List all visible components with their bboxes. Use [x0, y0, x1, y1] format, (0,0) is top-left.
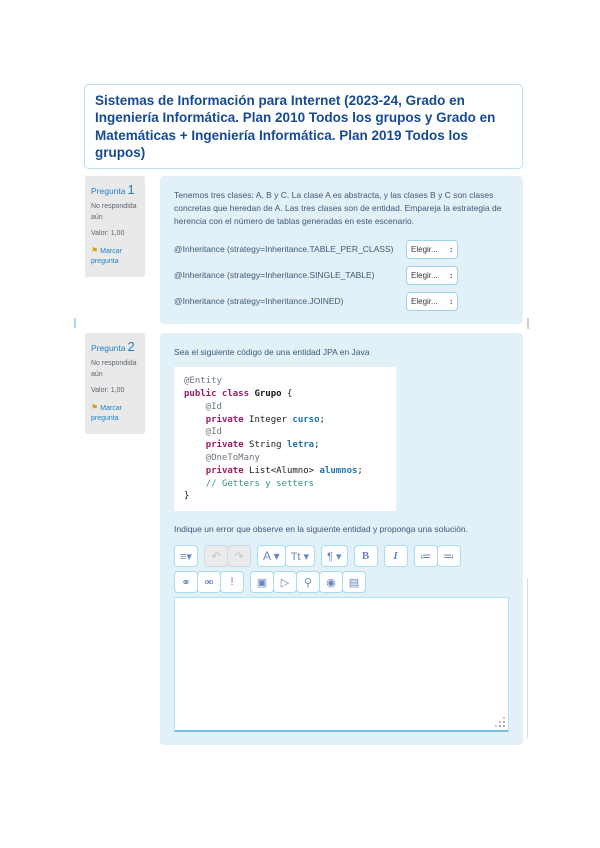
font-style-button[interactable]: A ▾ — [257, 545, 286, 568]
font-size-button[interactable]: Tt ▾ — [284, 545, 316, 568]
undo-icon[interactable]: ↶ — [204, 545, 228, 568]
editor-content-area[interactable] — [174, 597, 509, 733]
match-item-label: @Inheritance (strategy=Inheritance.SINGL… — [174, 270, 375, 281]
code-block: @Entity public class Grupo { @Id private … — [174, 367, 396, 512]
toolbar-row: ⚭ ⚮! ▣ ▷ ⚲ ◉ ▤ — [174, 571, 509, 594]
flag-icon: ⚑ — [91, 402, 99, 412]
prevent-autolink-button[interactable]: ! — [220, 571, 244, 594]
select-arrows-icon: ↕ — [449, 244, 453, 254]
unordered-list-button[interactable]: ≔ — [413, 545, 438, 568]
code-line: // Getters y setters — [205, 478, 315, 489]
question-number-value: 1 — [127, 182, 135, 197]
bold-button[interactable]: B — [353, 545, 378, 568]
code-line: @Entity — [184, 376, 222, 387]
stray-mark — [74, 318, 76, 328]
toolbar-group: B — [353, 545, 378, 568]
insert-media-button[interactable]: ▷ — [273, 571, 297, 594]
question-grade: Valor: 1,00 — [91, 386, 125, 394]
code-line: private List<Alumno> alumnos; — [205, 465, 363, 476]
question-2-prompt: Indique un error que observe en la sigui… — [174, 524, 468, 535]
answer-select[interactable]: Elegir... ↕ — [406, 265, 458, 285]
flag-question-link[interactable]: ⚑ Marcar pregunta — [91, 402, 139, 425]
code-line: @Id — [184, 401, 222, 412]
ordered-list-button[interactable]: ≕ — [436, 545, 461, 568]
record-video-button[interactable]: ◉ — [319, 571, 343, 594]
manage-files-button[interactable]: ▤ — [342, 571, 366, 594]
code-line: private String letra; — [205, 440, 320, 451]
code-line: @Id — [184, 427, 222, 438]
toolbar-group: ¶ ▾ — [321, 545, 348, 568]
match-item-label: @Inheritance (strategy=Inheritance.JOINE… — [174, 296, 344, 307]
question-1-text: Tenemos tres clases: A, B y C. La clase … — [174, 190, 502, 227]
toolbar-group: ≔ ≕ — [413, 545, 461, 568]
text-editor: ≡▾ ↶ ↷ A ▾ Tt ▾ ¶ ▾ B I ≔ ≕ ⚭ ⚮! ▣ ▷ ⚲ ◉ ▤ — [174, 545, 509, 733]
scroll-tick-mark — [527, 318, 529, 329]
question-2-intro: Sea el siguiente código de una entidad J… — [174, 347, 370, 357]
toolbar-expand-button[interactable]: ≡▾ — [174, 545, 198, 568]
code-line: @OneToMany — [184, 452, 260, 463]
italic-button[interactable]: I — [383, 545, 408, 568]
toolbar-group: ↶ ↷ — [204, 545, 251, 568]
toolbar-row: ≡▾ ↶ ↷ A ▾ Tt ▾ ¶ ▾ B I ≔ ≕ — [174, 545, 509, 568]
toolbar-group: ≡▾ — [174, 545, 198, 568]
resize-handle-icon[interactable] — [495, 717, 505, 728]
question-number-label: Pregunta — [91, 343, 126, 353]
question-2-info-panel: Pregunta 2 No respondida aún Valor: 1,00 … — [85, 333, 145, 434]
flag-icon: ⚑ — [91, 245, 99, 255]
question-status: No respondida aún — [91, 360, 137, 378]
question-1-info-panel: Pregunta 1 No respondida aún Valor: 1,00 … — [85, 176, 145, 277]
toolbar-group: A ▾ Tt ▾ — [257, 545, 316, 568]
match-item-label: @Inheritance (strategy=Inheritance.TABLE… — [174, 244, 394, 255]
select-value: Elegir... — [411, 244, 438, 254]
paragraph-style-button[interactable]: ¶ ▾ — [321, 545, 348, 568]
answer-select[interactable]: Elegir... ↕ — [406, 239, 458, 259]
question-number-value: 2 — [127, 339, 135, 354]
redo-icon[interactable]: ↷ — [227, 545, 251, 568]
match-row: @Inheritance (strategy=Inheritance.SINGL… — [174, 265, 509, 285]
question-number: Pregunta 2 — [91, 339, 139, 354]
flag-question-link[interactable]: ⚑ Marcar pregunta — [91, 245, 139, 268]
select-value: Elegir... — [411, 296, 438, 306]
select-value: Elegir... — [411, 270, 438, 280]
toolbar-group: I — [383, 545, 408, 568]
match-row: @Inheritance (strategy=Inheritance.JOINE… — [174, 291, 509, 311]
page-artifact-line — [527, 578, 528, 738]
question-status: No respondida aún — [91, 203, 137, 221]
toolbar-group: ▣ ▷ ⚲ ◉ ▤ — [250, 571, 366, 594]
question-2-content: Sea el siguiente código de una entidad J… — [160, 333, 523, 746]
toolbar-group: ⚭ ⚮! — [174, 571, 244, 594]
question-grade: Valor: 1,00 — [91, 229, 125, 237]
code-line: public class Grupo { — [184, 388, 293, 399]
code-line: private Integer curso; — [205, 414, 325, 425]
course-title: Sistemas de Información para Internet (2… — [95, 93, 496, 160]
question-number-label: Pregunta — [91, 186, 126, 196]
editor-toolbar: ≡▾ ↶ ↷ A ▾ Tt ▾ ¶ ▾ B I ≔ ≕ ⚭ ⚮! ▣ ▷ ⚲ ◉ ▤ — [174, 545, 509, 594]
match-row: @Inheritance (strategy=Inheritance.TABLE… — [174, 239, 509, 259]
link-button[interactable]: ⚭ — [174, 571, 198, 594]
question-2: Pregunta 2 No respondida aún Valor: 1,00 … — [85, 333, 523, 746]
record-audio-button[interactable]: ⚲ — [296, 571, 320, 594]
question-1: Pregunta 1 No respondida aún Valor: 1,00 … — [85, 176, 523, 324]
match-rows: @Inheritance (strategy=Inheritance.TABLE… — [174, 239, 509, 311]
select-arrows-icon: ↕ — [449, 296, 453, 306]
question-number: Pregunta 1 — [91, 182, 139, 197]
answer-select[interactable]: Elegir... ↕ — [406, 291, 458, 311]
code-line: } — [184, 491, 190, 502]
select-arrows-icon: ↕ — [449, 270, 453, 280]
question-1-content: Tenemos tres clases: A, B y C. La clase … — [160, 176, 523, 324]
quiz-page: Sistemas de Información para Internet (2… — [0, 0, 600, 848]
course-header: Sistemas de Información para Internet (2… — [84, 84, 523, 170]
insert-image-button[interactable]: ▣ — [250, 571, 274, 594]
unlink-button[interactable]: ⚮ — [197, 571, 221, 594]
